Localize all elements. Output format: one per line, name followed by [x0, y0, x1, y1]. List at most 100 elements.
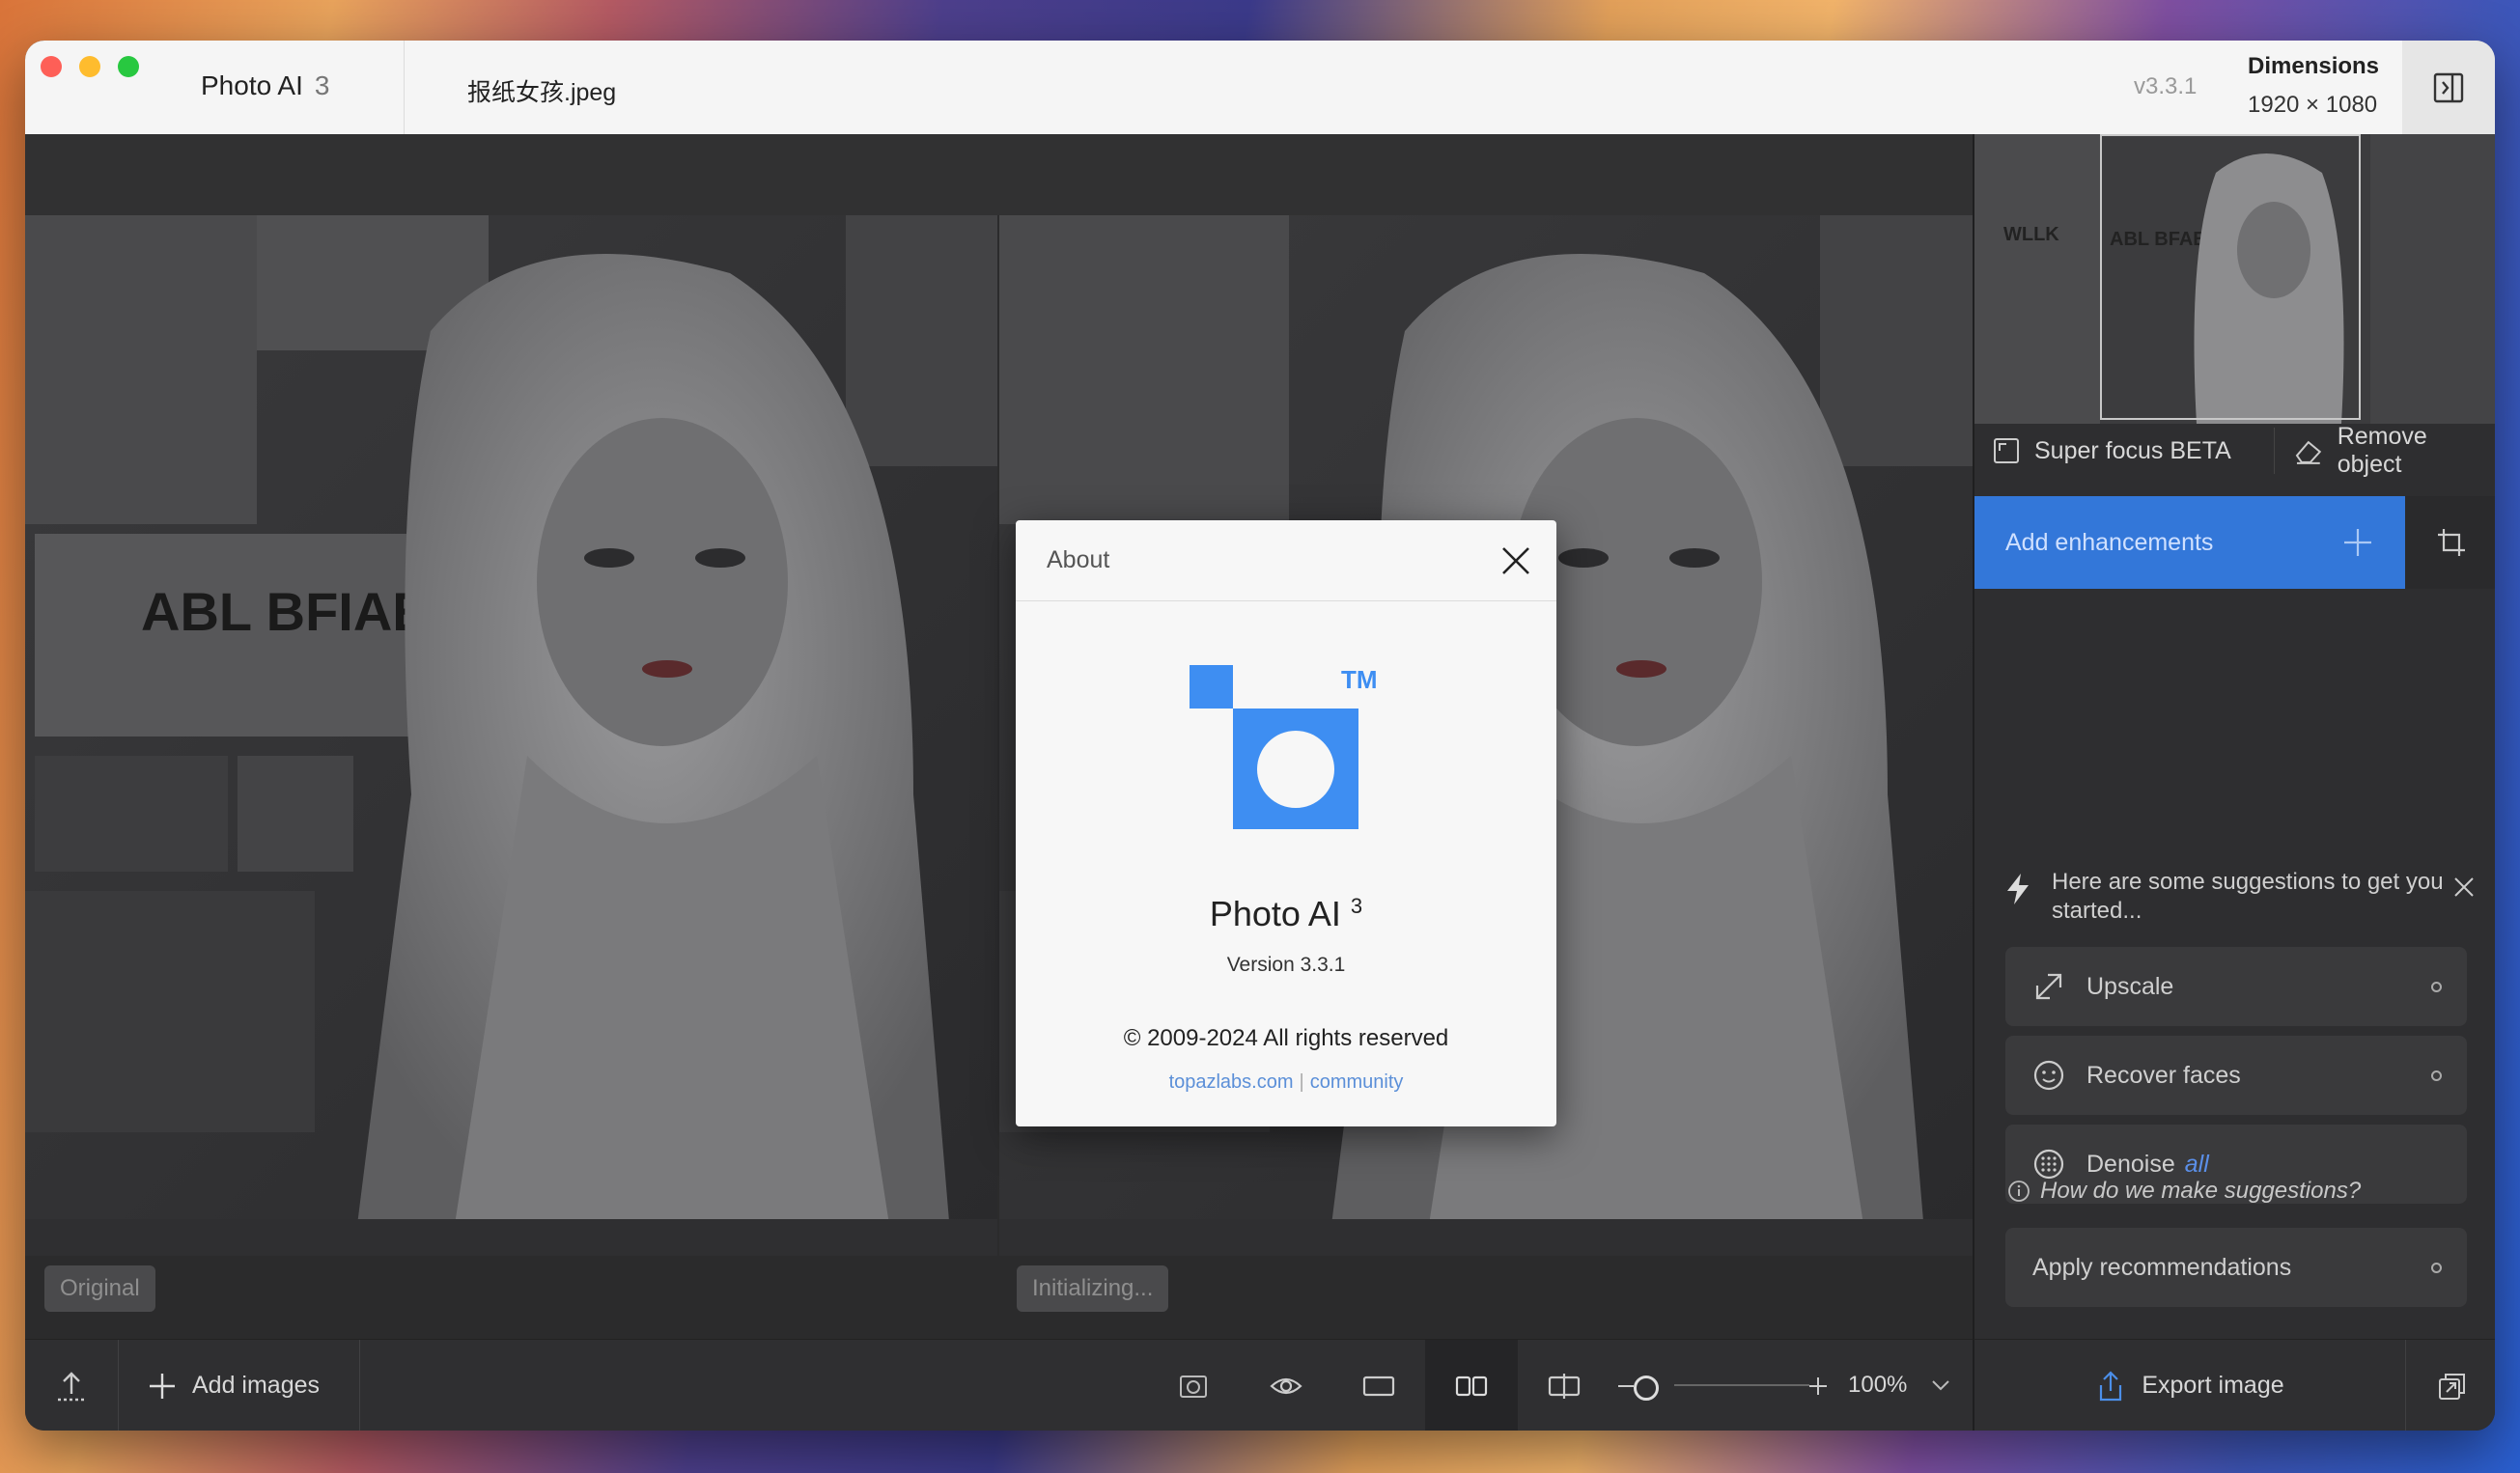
toolbar-divider [359, 1340, 360, 1431]
window-minimize-button[interactable] [79, 56, 100, 77]
bottom-toolbar: Add images 100% [25, 1339, 1973, 1431]
plus-icon [150, 1373, 175, 1399]
how-suggestions-label: How do we make suggestions? [2040, 1178, 2362, 1204]
face-icon [2032, 1059, 2065, 1092]
app-window: Photo AI 3 报纸女孩.jpeg v3.3.1 Dimensions 19… [25, 41, 2495, 1431]
info-icon [2008, 1181, 2030, 1202]
app-title: Photo AI 3 [201, 70, 329, 101]
product-name-text: Photo AI [1209, 894, 1341, 933]
single-view-button[interactable] [1332, 1340, 1425, 1431]
lightning-icon [2007, 874, 2029, 904]
toggle-panel-button[interactable] [2402, 41, 2495, 134]
split-view-icon [1548, 1373, 1581, 1399]
zoom-slider-track[interactable] [1674, 1384, 1809, 1386]
version-label: v3.3.1 [2134, 73, 2198, 99]
dimensions-value: 1920 × 1080 [2248, 92, 2378, 118]
app-name: Photo AI [201, 70, 303, 100]
trademark-mark: TM [1341, 665, 1378, 694]
about-dialog: About TM Photo AI 3 Version 3.3.1 © 2009-… [1016, 520, 1556, 1126]
zoom-in-button[interactable] [1806, 1340, 1831, 1431]
denoise-icon [2032, 1148, 2065, 1181]
suggestion-label: Upscale [2086, 972, 2174, 1000]
zoom-slider-knob[interactable] [1634, 1376, 1659, 1401]
preview-toggle-button[interactable] [1240, 1340, 1332, 1431]
about-dialog-title: About [1047, 546, 1110, 573]
link-separator: | [1299, 1071, 1304, 1093]
super-focus-label: Super focus BETA [2034, 436, 2231, 464]
export-image-button[interactable]: Export image [1974, 1340, 2405, 1431]
export-bar: Export image [1973, 1339, 2495, 1431]
export-stack-icon [2438, 1373, 2465, 1400]
about-close-button[interactable] [1495, 540, 1537, 582]
topazlabs-link[interactable]: topazlabs.com [1169, 1071, 1294, 1093]
add-images-label: Add images [192, 1372, 321, 1399]
status-dot [2431, 1262, 2442, 1273]
image-canvas[interactable]: ABL BFIAEI Original Initializing... [25, 134, 1973, 1339]
right-panel: WLLK ABL BFAEI Super focus BETA Remove o… [1973, 134, 2495, 1431]
suggestions-header: Here are some suggestions to get you sta… [2003, 868, 2448, 926]
app-version-badge: 3 [314, 70, 330, 100]
product-version: Version 3.3.1 [1226, 954, 1346, 976]
minus-icon [1618, 1384, 1634, 1387]
window-maximize-button[interactable] [118, 56, 139, 77]
community-link[interactable]: community [1310, 1071, 1404, 1093]
suggestion-recover-faces[interactable]: Recover faces [2005, 1036, 2467, 1115]
canvas-top-margin [25, 134, 1973, 215]
expand-arrow-icon [2032, 970, 2065, 1003]
suggestion-label: Denoise [2086, 1150, 2175, 1178]
suggestions-header-text: Here are some suggestions to get you sta… [2052, 869, 2444, 924]
snapshot-button[interactable] [1147, 1340, 1240, 1431]
eye-icon [1270, 1377, 1302, 1394]
denoise-tag: all [2184, 1150, 2209, 1178]
single-view-icon [1362, 1376, 1395, 1396]
copyright-text: © 2009-2024 All rights reserved [1123, 1025, 1449, 1051]
window-close-button[interactable] [41, 56, 62, 77]
original-label: Original [44, 1265, 155, 1312]
navigator-thumbnail[interactable]: WLLK ABL BFAEI [1974, 134, 2495, 424]
dismiss-suggestions-button[interactable] [2452, 875, 2476, 903]
super-focus-button[interactable]: Super focus BETA [1992, 428, 2231, 474]
how-suggestions-link[interactable]: How do we make suggestions? [2007, 1178, 2361, 1205]
svg-text:WLLK: WLLK [2003, 224, 2059, 245]
remove-object-button[interactable]: Remove object [2293, 423, 2495, 478]
camera-icon [1180, 1375, 1207, 1398]
original-image-pane[interactable]: ABL BFIAEI [25, 215, 997, 1256]
export-settings-button[interactable] [2405, 1340, 2495, 1431]
share-icon [2100, 1370, 2122, 1401]
crop-icon [2437, 529, 2465, 556]
suggestion-upscale[interactable]: Upscale [2005, 947, 2467, 1026]
focus-frame-icon [1994, 438, 2019, 463]
photo-ai-logo [1190, 665, 1358, 829]
remove-object-label: Remove object [2337, 423, 2427, 478]
plus-icon [1809, 1376, 1827, 1395]
upload-icon [58, 1371, 85, 1401]
zoom-level-dropdown[interactable]: 100% [1848, 1372, 1950, 1399]
upload-button[interactable] [25, 1340, 118, 1431]
product-version-sup: 3 [1350, 894, 1363, 918]
zoom-level: 100% [1848, 1372, 1908, 1398]
chevron-down-icon [1932, 1380, 1949, 1391]
svg-text:ABL BFIAEI: ABL BFIAEI [141, 581, 443, 642]
dimensions-label: Dimensions [2248, 53, 2380, 79]
original-photo: ABL BFIAEI [25, 215, 997, 1256]
apply-recommendations-label: Apply recommendations [2032, 1253, 2292, 1281]
status-dot [2431, 1070, 2442, 1081]
toolbar-divider [118, 1340, 119, 1431]
crop-button[interactable] [2405, 496, 2495, 589]
status-dot [2431, 981, 2442, 992]
plus-icon [2344, 529, 2371, 556]
about-links: topazlabs.com | community [1016, 1071, 1556, 1094]
eraser-icon [2295, 440, 2322, 464]
add-enhancements-label: Add enhancements [2005, 528, 2214, 556]
tool-divider [2274, 428, 2275, 474]
about-dialog-header: About [1016, 520, 1556, 601]
add-images-button[interactable]: Add images [146, 1340, 320, 1431]
apply-recommendations-button[interactable]: Apply recommendations [2005, 1228, 2467, 1307]
titlebar-divider [404, 41, 405, 134]
side-by-side-button[interactable] [1425, 1340, 1518, 1431]
add-enhancements-button[interactable]: Add enhancements [1974, 496, 2405, 589]
viewport-frame[interactable] [2100, 134, 2361, 420]
product-name: Photo AI 3 [1016, 894, 1556, 934]
split-view-button[interactable] [1518, 1340, 1610, 1431]
file-tab[interactable]: 报纸女孩.jpeg [467, 73, 616, 108]
